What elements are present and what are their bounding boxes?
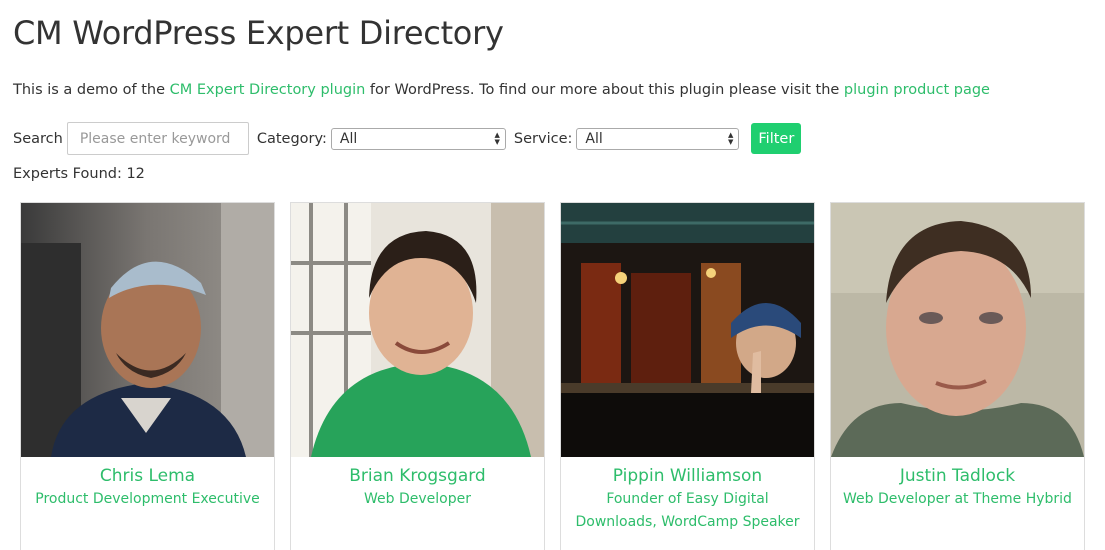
category-select[interactable]: All ▲ ▼ <box>330 127 506 150</box>
service-select[interactable]: All ▲ ▼ <box>576 127 740 150</box>
plugin-link[interactable]: CM Expert Directory plugin <box>170 82 366 98</box>
expert-role: Product Development Executive <box>35 491 260 507</box>
intro-text: This is a demo of the CM Expert Director… <box>13 82 990 98</box>
page-title: CM WordPress Expert Directory <box>13 14 504 52</box>
expert-name[interactable]: Brian Krogsgard <box>291 466 544 486</box>
intro-middle: for WordPress. To find our more about th… <box>365 82 844 98</box>
expert-name[interactable]: Justin Tadlock <box>831 466 1084 486</box>
expert-role: Web Developer at Theme Hybrid <box>843 491 1072 507</box>
expert-photo[interactable] <box>291 203 544 457</box>
expert-photo[interactable] <box>21 203 274 457</box>
product-page-link[interactable]: plugin product page <box>844 82 990 98</box>
experts-found-count: Experts Found: 12 <box>13 166 145 182</box>
expert-name[interactable]: Chris Lema <box>21 466 274 486</box>
select-arrows-icon: ▲ ▼ <box>494 130 500 146</box>
select-arrows-icon: ▲ ▼ <box>728 130 734 146</box>
expert-role: Web Developer <box>364 491 471 507</box>
intro-prefix: This is a demo of the <box>13 82 170 98</box>
page: CM WordPress Expert Directory This is a … <box>0 0 1105 550</box>
expert-role: Founder of Easy Digital Downloads, WordC… <box>575 491 800 530</box>
expert-photo[interactable] <box>561 203 814 457</box>
filter-button[interactable]: Filter <box>751 123 802 154</box>
expert-card[interactable]: Chris Lema Product Development Executive <box>20 202 275 550</box>
expert-card[interactable]: Brian Krogsgard Web Developer <box>290 202 545 550</box>
expert-photo[interactable] <box>831 203 1084 457</box>
expert-card[interactable]: Pippin Williamson Founder of Easy Digita… <box>560 202 815 550</box>
search-input[interactable] <box>66 122 249 155</box>
expert-grid: Chris Lema Product Development Executive… <box>20 202 1085 550</box>
service-label: Service: <box>513 130 573 147</box>
service-select-value: All <box>585 130 603 147</box>
filter-bar: Search Category: All ▲▼ Service: All ▲▼ … <box>13 122 802 155</box>
search-label: Search <box>13 130 63 147</box>
expert-card[interactable]: Justin Tadlock Web Developer at Theme Hy… <box>830 202 1085 550</box>
expert-name[interactable]: Pippin Williamson <box>561 466 814 486</box>
category-select-value: All <box>339 130 358 147</box>
category-label: Category: <box>256 130 327 147</box>
